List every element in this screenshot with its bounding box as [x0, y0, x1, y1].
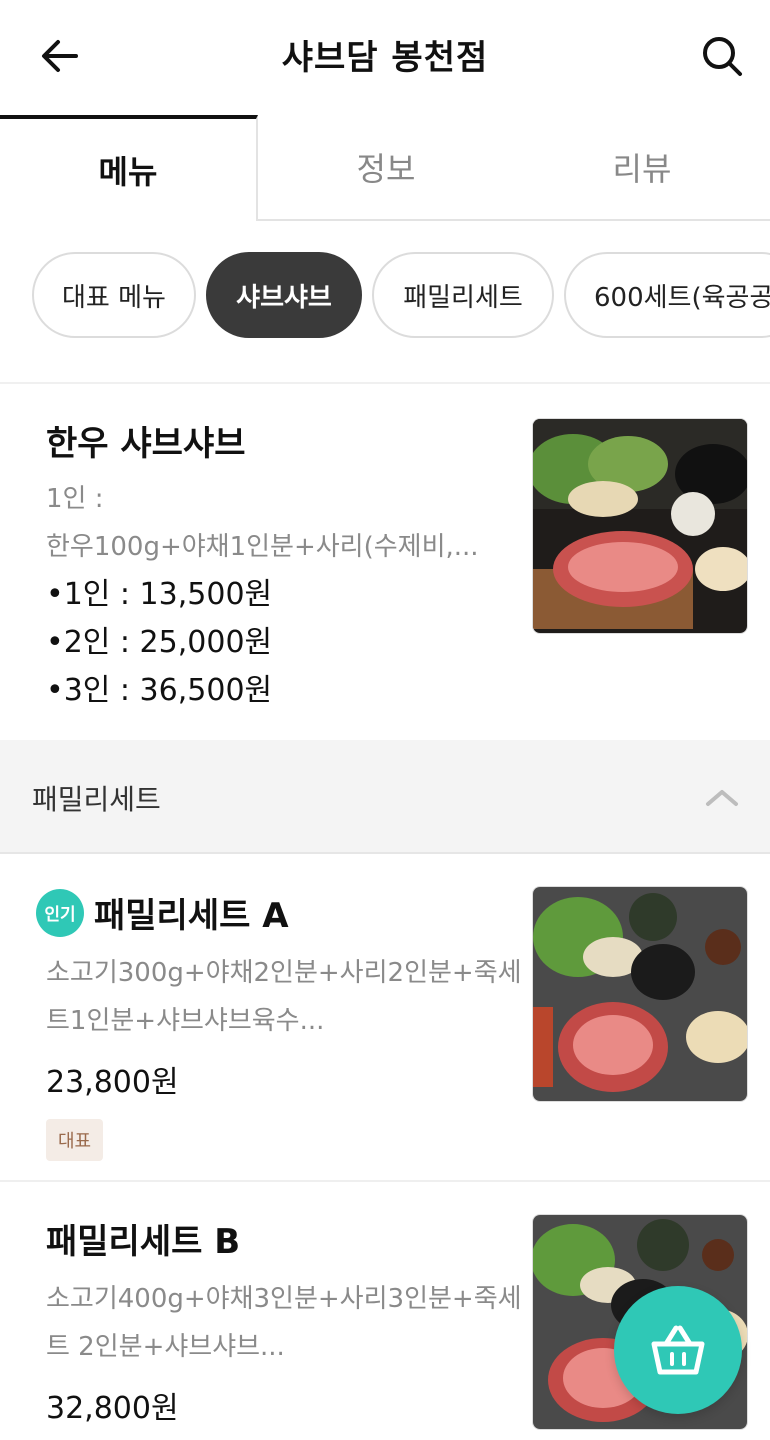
tab-info[interactable]: 정보	[258, 115, 514, 219]
menu-name: 패밀리세트 A	[94, 896, 289, 936]
popular-badge: 인기	[36, 888, 84, 937]
menu-price: 23,800원	[46, 1065, 179, 1100]
price-option-3: •3인 : 36,500원	[46, 673, 273, 708]
section-header-family-set[interactable]: 패밀리세트	[0, 740, 770, 854]
menu-item-family-set-a[interactable]: 인기 패밀리세트 A 소고기300g+야채2인분+사리2인분+죽세 트1인분+샤…	[0, 856, 770, 1180]
app-header: 샤브담 봉천점	[0, 0, 770, 112]
menu-description: 소고기300g+야채2인분+사리2인분+죽세 트1인분+샤브샤브육수...	[46, 949, 526, 1045]
menu-name: 한우 샤브샤브	[46, 424, 246, 464]
price-option-2: •2인 : 25,000원	[46, 625, 273, 660]
menu-description: 1인 : 한우100g+야채1인분+사리(수제비,...	[46, 475, 516, 571]
chip-signature-menu[interactable]: 대표 메뉴	[32, 252, 196, 338]
menu-name: 패밀리세트 B	[46, 1222, 241, 1262]
chip-shabu[interactable]: 샤브샤브	[206, 252, 362, 338]
cart-button[interactable]	[614, 1286, 742, 1414]
menu-description: 소고기400g+야채3인분+사리3인분+죽세 트 2인분+샤브샤브...	[46, 1275, 526, 1371]
menu-image[interactable]	[532, 418, 748, 634]
menu-item-hanwoo-shabu[interactable]: 한우 샤브샤브 1인 : 한우100g+야채1인분+사리(수제비,... •1인…	[0, 384, 770, 740]
tab-menu[interactable]: 메뉴	[0, 115, 258, 221]
tab-bar: 메뉴 정보 리뷰	[0, 115, 770, 221]
category-chips: 대표 메뉴 샤브샤브 패밀리세트 600세트(육공공	[0, 252, 770, 342]
menu-price: 32,800원	[46, 1391, 179, 1426]
menu-desc-line: 한우100g+야채1인분+사리(수제비,...	[46, 532, 479, 562]
price-option-1: •1인 : 13,500원	[46, 577, 273, 612]
menu-desc-line: 트 2인분+샤브샤브...	[46, 1332, 285, 1362]
menu-name-row: 인기 패밀리세트 A	[36, 888, 526, 937]
basket-icon	[651, 1325, 705, 1375]
tab-review[interactable]: 리뷰	[514, 115, 770, 219]
signature-tag: 대표	[46, 1119, 104, 1161]
menu-desc-line: 트1인분+샤브샤브육수...	[46, 1006, 325, 1036]
menu-image[interactable]	[532, 886, 748, 1102]
menu-desc-line: 소고기300g+야채2인분+사리2인분+죽세	[46, 958, 522, 988]
chip-family-set[interactable]: 패밀리세트	[372, 252, 554, 338]
section-title: 패밀리세트	[32, 783, 161, 816]
search-icon	[703, 37, 742, 76]
chip-600-set[interactable]: 600세트(육공공	[564, 252, 770, 338]
menu-desc-line: 1인 :	[46, 484, 104, 514]
menu-desc-line: 소고기400g+야채3인분+사리3인분+죽세	[46, 1284, 522, 1314]
page-title: 샤브담 봉천점	[281, 38, 489, 78]
chevron-up-icon[interactable]	[704, 780, 740, 816]
price-list: •1인 : 13,500원 •2인 : 25,000원 •3인 : 36,500…	[46, 571, 516, 715]
search-button[interactable]	[698, 32, 746, 80]
